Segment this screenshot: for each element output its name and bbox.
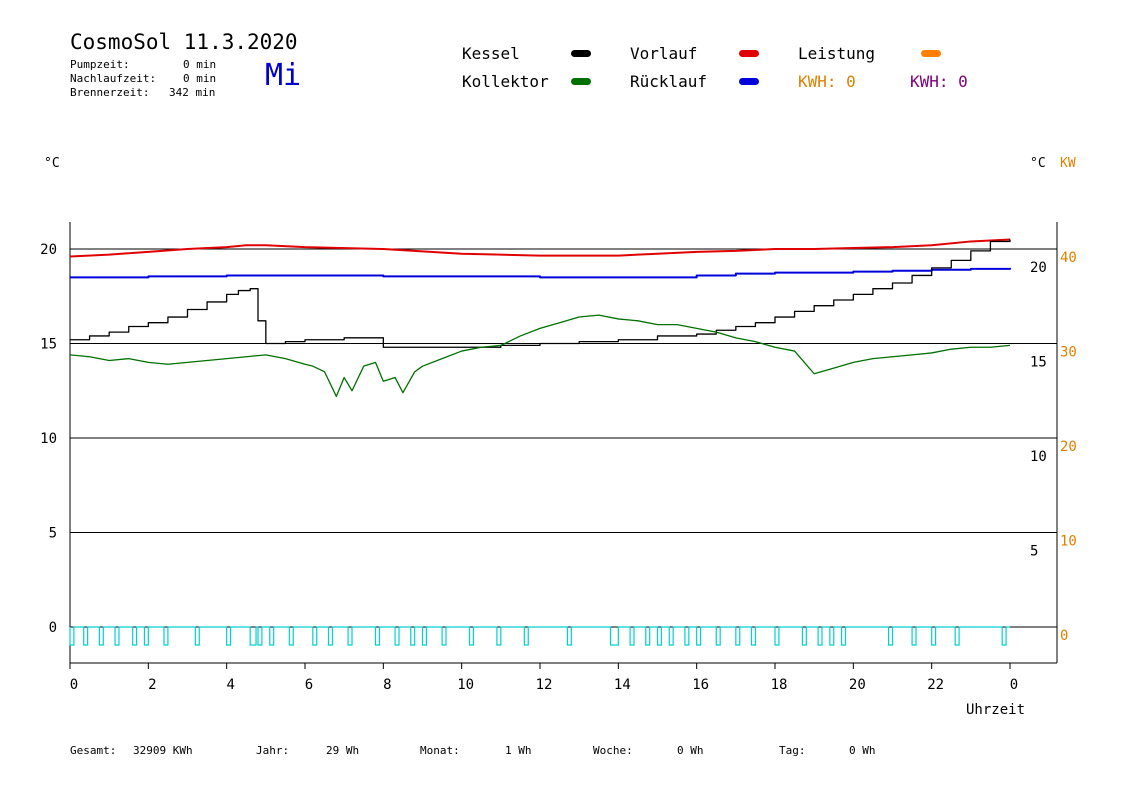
- series-vorlauf: [69, 238, 1011, 258]
- x-tick-10: 20: [849, 677, 866, 693]
- x-tick-5: 10: [457, 677, 474, 693]
- x-tick-11: 22: [927, 677, 944, 693]
- footer-tag-value: 0 Wh: [849, 744, 876, 757]
- x-tick-8: 16: [692, 677, 709, 693]
- y-tick-left-5: 5: [49, 526, 57, 542]
- y-tick-right-kw-20: 20: [1060, 439, 1077, 455]
- y-tick-right-kw-0: 0: [1060, 628, 1068, 644]
- footer-woche-value: 0 Wh: [677, 744, 704, 757]
- x-axis-label: Uhrzeit: [966, 702, 1026, 718]
- footer-woche-label: Woche:: [593, 744, 633, 757]
- footer-gesamt-value: 32909 KWh: [133, 744, 193, 757]
- x-tick-0: 0: [70, 677, 78, 693]
- y-tick-right-c-10: 10: [1030, 449, 1047, 465]
- footer-gesamt-label: Gesamt:: [70, 744, 117, 757]
- footer-tag-label: Tag:: [779, 744, 806, 757]
- x-tick-2: 4: [226, 677, 234, 693]
- x-tick-3: 6: [305, 677, 313, 693]
- series-kollektor: [69, 314, 1011, 398]
- y-tick-left-10: 10: [40, 431, 57, 447]
- y-tick-left-15: 15: [40, 337, 57, 353]
- x-tick-12: 0: [1010, 677, 1018, 693]
- y-tick-left-20: 20: [40, 242, 57, 258]
- footer-jahr-value: 29 Wh: [326, 744, 360, 757]
- y-tick-right-c-15: 15: [1030, 355, 1047, 371]
- x-tick-9: 18: [771, 677, 788, 693]
- y-tick-right-c-5: 5: [1030, 544, 1038, 560]
- y-tick-right-kw-10: 10: [1060, 534, 1077, 550]
- footer-monat-value: 1 Wh: [505, 744, 532, 757]
- y-tick-right-c-20: 20: [1030, 260, 1047, 276]
- x-tick-7: 14: [614, 677, 631, 693]
- y-tick-left-0: 0: [49, 620, 57, 636]
- y-tick-right-kw-30: 30: [1060, 345, 1077, 361]
- x-tick-4: 8: [383, 677, 391, 693]
- temperature-chart: 0 5 10 15 20 5 10 15 20 0 10 20 30 40 0 2 4 6 8 10 12 14 16 18 2…: [40, 222, 1077, 693]
- x-tick-1: 2: [148, 677, 156, 693]
- footer-monat-label: Monat:: [420, 744, 460, 757]
- series-rcklauf: [70, 267, 1011, 279]
- x-tick-6: 12: [536, 677, 553, 693]
- footer-jahr-label: Jahr:: [256, 744, 290, 757]
- y-tick-right-kw-40: 40: [1060, 250, 1077, 266]
- series-pumpe: [69, 626, 1010, 646]
